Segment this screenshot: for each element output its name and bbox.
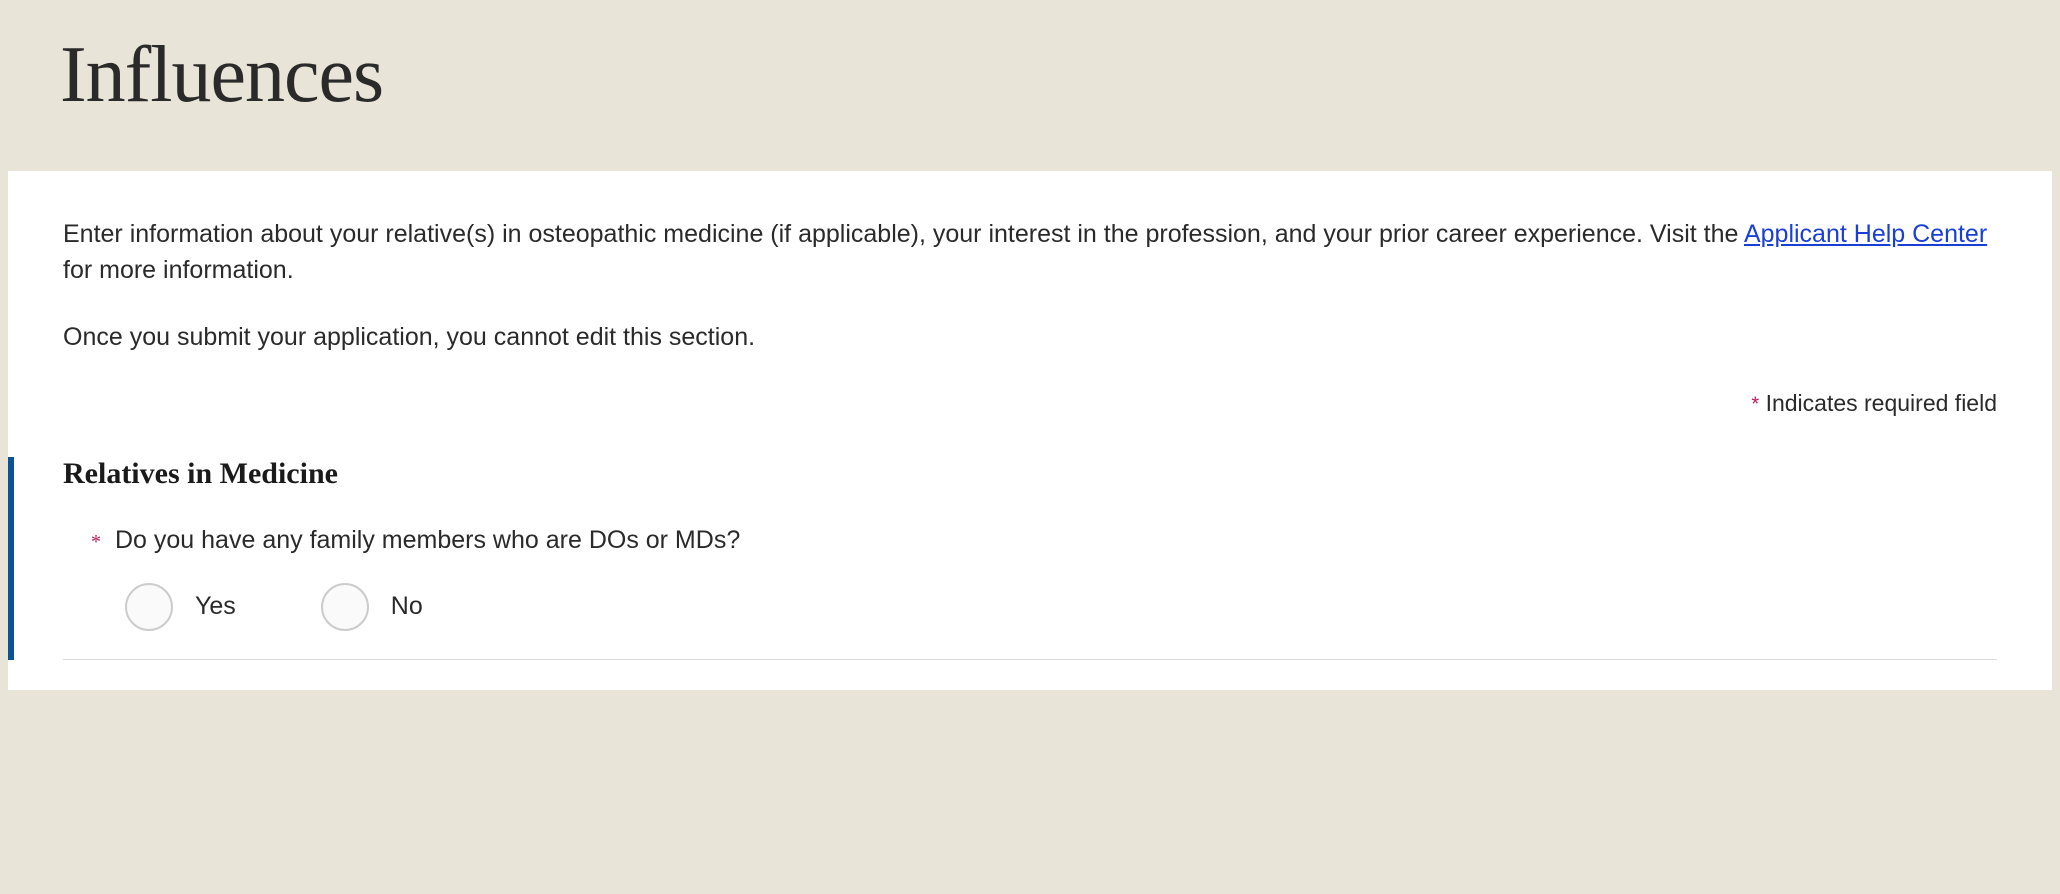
radio-option-no[interactable]: No: [321, 583, 423, 631]
intro-paragraph: Enter information about your relative(s)…: [63, 216, 1997, 289]
radio-option-yes[interactable]: Yes: [125, 583, 236, 631]
content-card: Enter information about your relative(s)…: [8, 171, 2052, 690]
page-header: Influences: [0, 0, 2060, 171]
question-text: Do you have any family members who are D…: [115, 526, 740, 555]
help-center-link[interactable]: Applicant Help Center: [1744, 220, 1987, 248]
required-field-note: * Indicates required field: [63, 390, 1997, 417]
radio-group: Yes No: [63, 583, 1997, 660]
radio-icon: [321, 583, 369, 631]
question-row: * Do you have any family members who are…: [63, 526, 1997, 555]
required-note-text: Indicates required field: [1759, 390, 1997, 416]
page-title: Influences: [60, 30, 2000, 121]
required-star-icon: *: [91, 532, 101, 552]
intro-text-before: Enter information about your relative(s)…: [63, 220, 1744, 248]
intro-text-after: for more information.: [63, 256, 294, 284]
radio-label-no: No: [391, 592, 423, 621]
radio-label-yes: Yes: [195, 592, 236, 621]
section-heading: Relatives in Medicine: [63, 457, 1997, 491]
relatives-section: Relatives in Medicine * Do you have any …: [8, 457, 1997, 660]
radio-icon: [125, 583, 173, 631]
submit-note: Once you submit your application, you ca…: [63, 319, 1997, 355]
